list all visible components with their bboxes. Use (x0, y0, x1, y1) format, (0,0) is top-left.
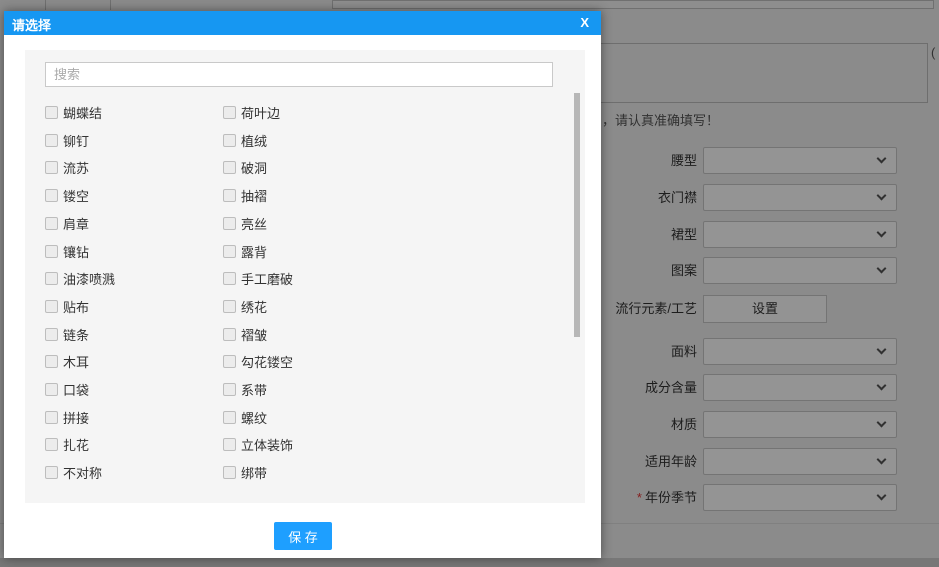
checkbox[interactable] (223, 271, 236, 285)
checkbox[interactable] (45, 465, 58, 479)
checkbox-option-label: 不对称 (63, 465, 103, 481)
checkbox[interactable] (45, 160, 58, 174)
checkbox-option[interactable]: 绣花 (223, 298, 268, 315)
checkbox[interactable] (223, 216, 236, 230)
search-input[interactable] (45, 62, 553, 87)
checkbox-option[interactable]: 拼接 (45, 409, 90, 426)
checkbox[interactable] (223, 410, 236, 424)
checkbox-option-label: 螺纹 (241, 410, 268, 426)
checkbox-option[interactable]: 木耳 (45, 353, 90, 370)
checkbox[interactable] (223, 160, 236, 174)
checkbox[interactable] (45, 354, 58, 368)
checkbox-option-label: 绑带 (241, 465, 268, 481)
checkbox-option-label: 肩章 (63, 216, 90, 232)
checkbox-option-label: 褶皱 (241, 327, 268, 343)
checkbox[interactable] (45, 105, 58, 119)
checkbox-option[interactable]: 油漆喷溅 (45, 270, 116, 287)
checkbox[interactable] (223, 105, 236, 119)
checkbox[interactable] (45, 271, 58, 285)
checkbox-option-label: 镶钻 (63, 244, 90, 260)
vertical-scrollbar[interactable] (574, 93, 580, 337)
checkbox[interactable] (223, 382, 236, 396)
checkbox-option[interactable]: 立体装饰 (223, 436, 294, 453)
checkbox-option-label: 勾花镂空 (241, 354, 294, 370)
checkbox-option-label: 铆钉 (63, 133, 90, 149)
options-panel: 蝴蝶结 荷叶边铆钉 植绒流苏 破洞镂空 抽褶肩章 亮丝镶钻 露背油漆喷溅 手工磨破贴布 绣花链条… (25, 50, 585, 503)
checkbox[interactable] (223, 354, 236, 368)
checkbox[interactable] (45, 299, 58, 313)
checkbox-option-label: 口袋 (63, 382, 90, 398)
checkbox[interactable] (223, 244, 236, 258)
save-button[interactable]: 保 存 (274, 522, 332, 550)
checkbox[interactable] (223, 133, 236, 147)
checkbox-option[interactable]: 镂空 (45, 187, 90, 204)
checkbox-option[interactable]: 螺纹 (223, 409, 268, 426)
checkbox-option[interactable]: 系带 (223, 381, 268, 398)
dialog-header: 请选择 X (4, 11, 601, 35)
checkbox-option[interactable]: 铆钉 (45, 132, 90, 149)
checkbox-option-label: 荷叶边 (241, 105, 281, 121)
checkbox[interactable] (45, 382, 58, 396)
checkbox[interactable] (45, 327, 58, 341)
checkbox-option-label: 植绒 (241, 133, 268, 149)
checkbox-option[interactable]: 链条 (45, 326, 90, 343)
checkbox-option[interactable]: 蝴蝶结 (45, 104, 103, 121)
checkbox-option-label: 流苏 (63, 160, 90, 176)
checkbox-option[interactable]: 亮丝 (223, 215, 268, 232)
checkbox-option[interactable]: 贴布 (45, 298, 90, 315)
checkbox[interactable] (223, 188, 236, 202)
checkbox-option[interactable]: 荷叶边 (223, 104, 281, 121)
checkbox-option-label: 木耳 (63, 354, 90, 370)
checkbox-option[interactable]: 不对称 (45, 464, 103, 481)
close-icon[interactable]: X (580, 15, 589, 30)
checkbox-option-label: 手工磨破 (241, 271, 294, 287)
checkbox-option[interactable]: 破洞 (223, 159, 268, 176)
checkbox-option-label: 系带 (241, 382, 268, 398)
checkbox-option-label: 绣花 (241, 299, 268, 315)
checkbox-option-label: 链条 (63, 327, 90, 343)
checkbox[interactable] (45, 437, 58, 451)
select-dialog: 请选择 X 蝴蝶结 荷叶边铆钉 植绒流苏 破洞镂空 抽褶肩章 亮丝镶钻 露背油漆喷溅 手工磨破… (4, 11, 601, 558)
checkbox[interactable] (223, 299, 236, 313)
checkbox-option[interactable]: 流苏 (45, 159, 90, 176)
checkbox-option[interactable]: 绑带 (223, 464, 268, 481)
checkbox[interactable] (45, 410, 58, 424)
checkbox[interactable] (223, 327, 236, 341)
checkbox[interactable] (45, 244, 58, 258)
checkbox-option-label: 亮丝 (241, 216, 268, 232)
checkbox-option-label: 抽褶 (241, 188, 268, 204)
checkbox-option[interactable]: 扎花 (45, 436, 90, 453)
checkbox[interactable] (45, 133, 58, 147)
checkbox-option[interactable]: 抽褶 (223, 187, 268, 204)
checkbox-option-label: 拼接 (63, 410, 90, 426)
checkbox-option[interactable]: 手工磨破 (223, 270, 294, 287)
checkbox-option[interactable]: 褶皱 (223, 326, 268, 343)
dialog-title: 请选择 (12, 18, 52, 33)
checkbox-option-label: 扎花 (63, 437, 90, 453)
checkbox-option[interactable]: 口袋 (45, 381, 90, 398)
checkbox-option-label: 蝴蝶结 (63, 105, 103, 121)
checkbox-option-label: 露背 (241, 244, 268, 260)
checkbox[interactable] (223, 465, 236, 479)
checkbox-option-label: 贴布 (63, 299, 90, 315)
checkbox-option[interactable]: 镶钻 (45, 243, 90, 260)
checkbox[interactable] (45, 216, 58, 230)
checkbox-option[interactable]: 勾花镂空 (223, 353, 294, 370)
checkbox-option[interactable]: 植绒 (223, 132, 268, 149)
checkbox[interactable] (45, 188, 58, 202)
checkbox-option-label: 立体装饰 (241, 437, 294, 453)
checkbox-option[interactable]: 露背 (223, 243, 268, 260)
checkbox-option[interactable]: 肩章 (45, 215, 90, 232)
checkbox[interactable] (223, 437, 236, 451)
checkbox-option-label: 破洞 (241, 160, 268, 176)
checkbox-option-label: 油漆喷溅 (63, 271, 116, 287)
checkbox-option-label: 镂空 (63, 188, 90, 204)
